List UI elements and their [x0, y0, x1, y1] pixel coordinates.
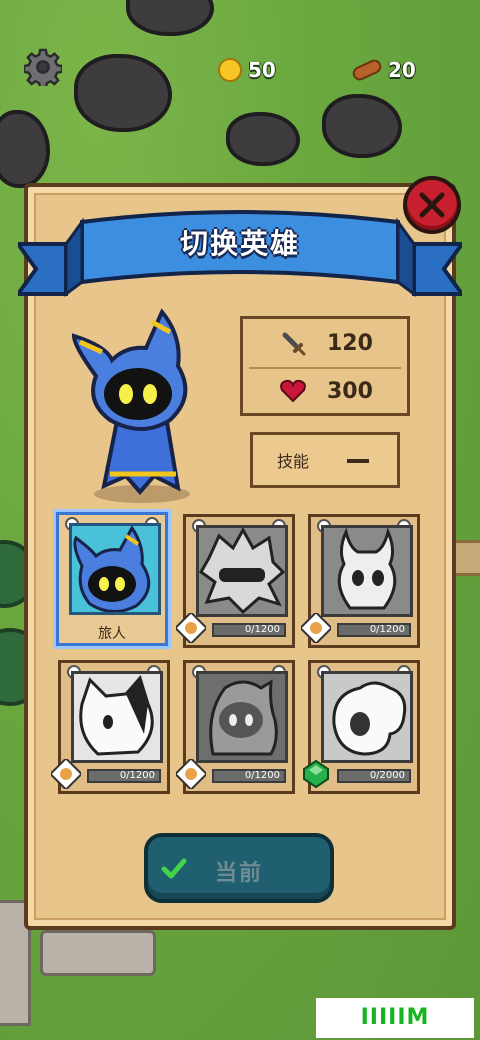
coin-count: 50 [248, 58, 276, 82]
cat-hero-icon [79, 674, 154, 756]
stats-panel: 120 300 [240, 316, 410, 416]
hero-shard-icon [176, 759, 206, 789]
hero-shard-icon [176, 613, 206, 643]
gear-icon[interactable] [24, 48, 62, 86]
skill-value [347, 459, 369, 463]
hero-card-locked[interactable]: 0/1200 [176, 660, 295, 794]
close-icon [419, 192, 445, 218]
hero-shard-icon [51, 759, 81, 789]
shard-progress: 0/1200 [212, 623, 286, 637]
shard-progress: 0/1200 [337, 623, 411, 637]
hero-card-locked[interactable]: 0/1200 [301, 514, 420, 648]
wood-icon [350, 57, 384, 83]
hero-portrait [196, 525, 288, 617]
hero-portrait [196, 671, 288, 763]
fence [40, 930, 156, 976]
hero-card-traveler[interactable]: 旅人 [56, 512, 168, 646]
skill-panel[interactable]: 技能 [250, 432, 400, 488]
ponytail-hero-icon [332, 681, 407, 756]
attack-value: 120 [327, 330, 373, 356]
coin-icon [218, 58, 242, 82]
hero-name: 旅人 [98, 626, 126, 642]
hero-card-locked[interactable]: 0/1200 [51, 660, 170, 794]
wood-count: 20 [388, 58, 416, 82]
current-button-label: 当前 [214, 861, 263, 886]
horned-hero-icon [337, 528, 397, 610]
attack-row: 120 [243, 319, 407, 367]
hero-portrait-large [71, 308, 190, 503]
close-button[interactable] [403, 176, 461, 234]
current-hero-button[interactable]: 当前 [144, 833, 334, 903]
hero-portrait [321, 525, 413, 617]
health-row: 300 [243, 367, 407, 415]
gem-icon [303, 759, 329, 789]
hero-card-locked[interactable]: 0/2000 [303, 660, 420, 794]
wood-counter: 20 [350, 56, 416, 84]
shard-progress: 0/1200 [212, 769, 286, 783]
coin-counter: 50 [218, 56, 276, 84]
hooded-hero-icon [209, 679, 278, 756]
traveler-icon [73, 526, 151, 612]
hero-portrait [69, 523, 161, 615]
top-bar: 50 20 [0, 0, 480, 130]
dialog-title: 切换英雄 [179, 227, 300, 260]
sword-icon [282, 332, 306, 356]
hero-portrait [321, 671, 413, 763]
skill-label: 技能 [277, 452, 310, 471]
shard-progress: 0/1200 [87, 769, 161, 783]
hero-portrait [71, 671, 163, 763]
path [452, 540, 480, 576]
watermark: IIIIIM [316, 998, 474, 1038]
heart-icon [280, 379, 306, 403]
health-value: 300 [327, 378, 373, 404]
hero-card-locked[interactable]: 0/1200 [176, 514, 295, 648]
spiky-hero-icon [199, 528, 285, 614]
shard-progress: 0/2000 [337, 769, 411, 783]
hero-shard-icon [301, 613, 331, 643]
